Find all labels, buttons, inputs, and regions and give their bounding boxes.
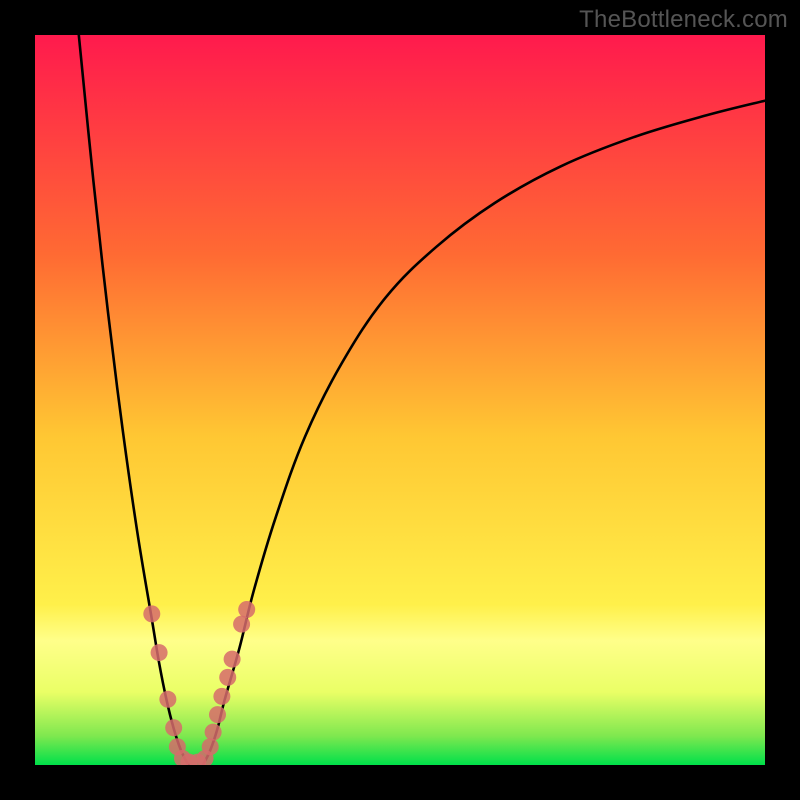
chart-plot-area [35, 35, 765, 765]
data-marker [151, 644, 168, 661]
data-marker [233, 616, 250, 633]
data-marker [143, 605, 160, 622]
data-marker [159, 691, 176, 708]
data-marker [205, 724, 222, 741]
data-marker [219, 669, 236, 686]
data-marker [209, 706, 226, 723]
data-marker [224, 651, 241, 668]
data-marker [202, 738, 219, 755]
watermark-label: TheBottleneck.com [579, 6, 788, 34]
data-marker [165, 719, 182, 736]
data-marker [213, 688, 230, 705]
data-marker [238, 601, 255, 618]
chart-frame: TheBottleneck.com [0, 0, 800, 800]
chart-svg [35, 35, 765, 765]
gradient-background [35, 35, 765, 765]
